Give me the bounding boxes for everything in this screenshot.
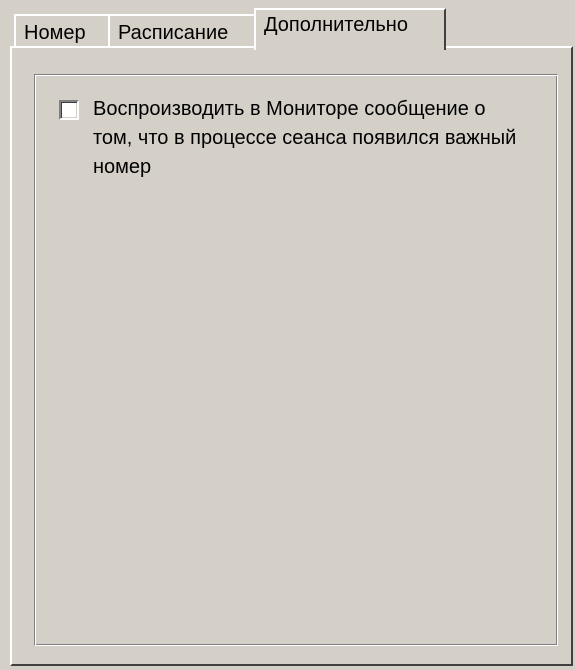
- monitor-notify-option[interactable]: Воспроизводить в Мониторе сообщение о то…: [59, 95, 529, 182]
- tab-dopolnitelno[interactable]: Дополнительно: [254, 8, 446, 50]
- tab-raspisanie[interactable]: Расписание: [108, 14, 256, 48]
- monitor-notify-checkbox[interactable]: [59, 100, 79, 120]
- tab-nomer[interactable]: Номер: [14, 14, 110, 48]
- tab-label: Расписание: [118, 22, 229, 44]
- tab-label: Номер: [24, 22, 86, 44]
- dialog-background: Номер Расписание Дополнительно Воспроизв…: [0, 0, 575, 670]
- monitor-notify-label[interactable]: Воспроизводить в Мониторе сообщение о то…: [93, 95, 529, 182]
- tab-panel-dopolnitelno: Воспроизводить в Мониторе сообщение о то…: [10, 46, 573, 666]
- options-group-box: Воспроизводить в Мониторе сообщение о то…: [34, 74, 558, 646]
- tab-label: Дополнительно: [264, 14, 408, 36]
